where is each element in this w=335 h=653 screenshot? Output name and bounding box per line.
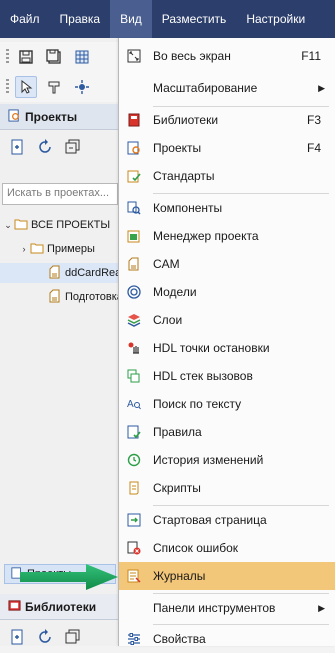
menu-settings[interactable]: Настройки [236, 0, 315, 38]
libraries-toolbar [0, 622, 120, 646]
menu-item-components[interactable]: Компоненты [119, 194, 335, 222]
project-file-icon [48, 289, 61, 306]
project-search-input[interactable]: Искать в проектах... [2, 183, 118, 205]
projects-toolbar [0, 132, 120, 162]
menu-item-cam[interactable]: CAM [119, 250, 335, 278]
library-icon [8, 599, 21, 615]
project-tree: ⌄ ВСЕ ПРОЕКТЫ › Примеры ddCardReader Под… [0, 215, 120, 311]
menu-item-hdl-breakpoints[interactable]: HDL точки остановки [119, 334, 335, 362]
pointer-icon[interactable] [15, 76, 37, 98]
tree-node-label: ВСЕ ПРОЕКТЫ [31, 219, 111, 231]
table-icon[interactable] [71, 46, 93, 68]
scripts-icon [119, 481, 149, 495]
menu-item-project-manager[interactable]: Менеджер проекта [119, 222, 335, 250]
standards-icon [119, 169, 149, 183]
menu-item-properties[interactable]: Свойства [119, 625, 335, 653]
menu-item-history[interactable]: История изменений [119, 446, 335, 474]
project-manager-icon [119, 229, 149, 243]
refresh-icon[interactable] [34, 626, 56, 646]
tree-node-label: ddCardReader [65, 267, 121, 279]
left-panel: Проекты Искать в проектах... ⌄ ВСЕ ПРОЕК… [0, 38, 121, 646]
menu-item-zoom[interactable]: Масштабирование ▶ [119, 74, 335, 102]
libraries-panel-header: Библиотеки [0, 594, 120, 620]
libraries-panel-title: Библиотеки [25, 599, 97, 614]
models-icon [119, 285, 149, 299]
tree-node-project-2[interactable]: Подготовка [0, 287, 120, 307]
toolbar-grip[interactable] [6, 79, 9, 95]
menu-file[interactable]: Файл [0, 0, 50, 38]
menu-item-rules[interactable]: Правила [119, 418, 335, 446]
refresh-icon[interactable] [34, 136, 56, 158]
menu-item-start-page[interactable]: Стартовая страница [119, 506, 335, 534]
projects-icon [8, 108, 21, 125]
save-all-icon[interactable] [43, 46, 65, 68]
collapse-icon[interactable] [62, 136, 84, 158]
callstack-icon [119, 369, 149, 383]
toolbar-grip[interactable] [6, 49, 9, 65]
tree-node-examples[interactable]: › Примеры [0, 239, 120, 259]
logs-icon [119, 569, 149, 583]
menu-item-libraries[interactable]: Библиотеки F3 [119, 106, 335, 134]
toolbar-row-1 [0, 42, 120, 72]
projects-panel-header: Проекты [0, 104, 120, 130]
pin-tool-icon[interactable] [43, 76, 65, 98]
folder-icon [30, 242, 44, 257]
error-list-icon [119, 541, 149, 555]
properties-icon [119, 632, 149, 646]
menu-item-text-search[interactable]: A Поиск по тексту [119, 390, 335, 418]
menu-item-projects[interactable]: Проекты F4 [119, 134, 335, 162]
menu-item-hdl-callstack[interactable]: HDL стек вызовов [119, 362, 335, 390]
menu-place[interactable]: Разместить [152, 0, 237, 38]
toolbar-row-2 [0, 72, 120, 102]
menu-item-toolbars[interactable]: Панели инструментов ▶ [119, 594, 335, 622]
menu-item-standards[interactable]: Стандарты [119, 162, 335, 190]
chevron-right-icon[interactable]: › [18, 244, 30, 254]
cam-icon [119, 257, 149, 271]
layers-icon [119, 313, 149, 327]
submenu-arrow-icon: ▶ [318, 82, 325, 93]
submenu-arrow-icon: ▶ [318, 602, 325, 613]
projects-icon [119, 141, 149, 155]
new-library-icon[interactable] [6, 626, 28, 646]
menu-item-logs[interactable]: Журналы [119, 562, 335, 590]
component-tool-icon[interactable] [71, 76, 93, 98]
view-menu-dropdown: Во весь экран F11 Масштабирование ▶ Библ… [118, 38, 335, 646]
breakpoints-icon [119, 341, 149, 355]
chevron-down-icon[interactable]: ⌄ [2, 220, 14, 231]
tree-node-project-1[interactable]: ddCardReader [0, 263, 120, 283]
start-page-icon [119, 513, 149, 527]
menu-item-layers[interactable]: Слои [119, 306, 335, 334]
tree-node-label: Примеры [47, 243, 95, 255]
rules-icon [119, 425, 149, 439]
collapse-icon[interactable] [62, 626, 84, 646]
new-project-icon[interactable] [6, 136, 28, 158]
library-icon [119, 113, 149, 127]
svg-text:A: A [127, 399, 134, 410]
menu-bar: Файл Правка Вид Разместить Настройки [0, 0, 335, 38]
menu-item-error-list[interactable]: Список ошибок [119, 534, 335, 562]
menu-view[interactable]: Вид [110, 0, 152, 38]
tree-node-label: Подготовка [65, 291, 121, 303]
folder-icon [14, 218, 28, 233]
fullscreen-icon [119, 49, 149, 63]
text-search-icon: A [119, 397, 149, 411]
save-icon[interactable] [15, 46, 37, 68]
annotation-arrow-icon [20, 564, 118, 590]
menu-item-fullscreen[interactable]: Во весь экран F11 [119, 42, 335, 70]
project-file-icon [48, 265, 61, 282]
projects-panel-title: Проекты [25, 109, 78, 124]
components-icon [119, 201, 149, 215]
menu-item-models[interactable]: Модели [119, 278, 335, 306]
menu-item-scripts[interactable]: Скрипты [119, 474, 335, 502]
tree-node-all-projects[interactable]: ⌄ ВСЕ ПРОЕКТЫ [0, 215, 120, 235]
history-icon [119, 453, 149, 467]
menu-edit[interactable]: Правка [50, 0, 111, 38]
